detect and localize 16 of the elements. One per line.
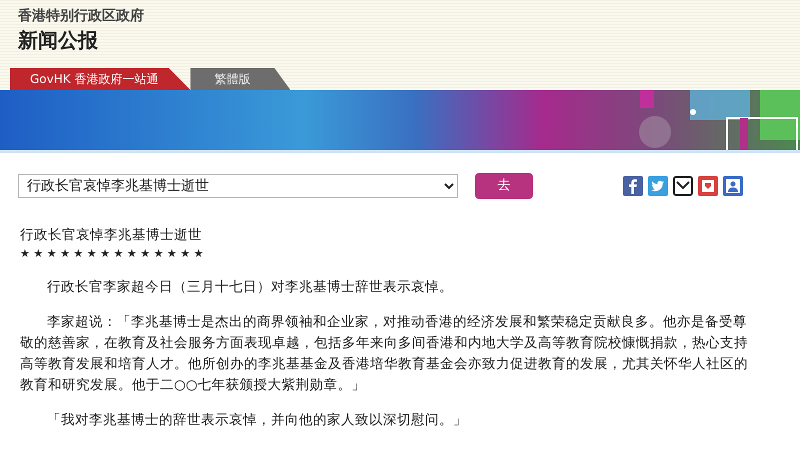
article-select[interactable]: 行政长官哀悼李兆基博士逝世 (18, 174, 458, 198)
star-divider: ★ ★ ★ ★ ★ ★ ★ ★ ★ ★ ★ ★ ★ ★ (20, 246, 205, 262)
header-tab[interactable]: GovHK 香港政府一站通 (10, 68, 190, 90)
mail-icon[interactable] (673, 176, 693, 196)
go-button[interactable]: 去 (475, 173, 533, 199)
article-title: 行政长官哀悼李兆基博士逝世 (20, 226, 203, 245)
article-paragraph: 行政长官李家超今日（三月十七日）对李兆基博士辞世表示哀悼。 (46, 278, 454, 297)
header-tab[interactable]: 繁體版 (190, 68, 290, 90)
page-title: 新闻公报 (18, 27, 99, 54)
twitter-icon[interactable] (648, 176, 668, 196)
person-icon[interactable] (723, 176, 743, 196)
agency-name: 香港特别行政区政府 (18, 6, 145, 26)
facebook-icon[interactable] (623, 176, 643, 196)
article-paragraph: 「我对李兆基博士的辞世表示哀悼，并向他的家人致以深切慰问。」 (46, 411, 468, 430)
article-paragraph: 李家超说：「李兆基博士是杰出的商界领袖和企业家，对推动香港的经济发展和繁荣稳定贡献良多。他亦是备受尊敬的慈善家，在教育及社会服务方面表现卓越，包括多年来向多间香港和内地大学及高等教育院校慷慨捐款，热心支持高等教育发展和培育人才。他所创办的李兆基基金及香港培华教育基金会亦致力促进教育的发展，尤其关怀华人社区的教育和研究发展。他于二○○七年获颁授大紫荆勋章。」 (20, 313, 749, 395)
bookmark-icon[interactable] (698, 176, 718, 196)
